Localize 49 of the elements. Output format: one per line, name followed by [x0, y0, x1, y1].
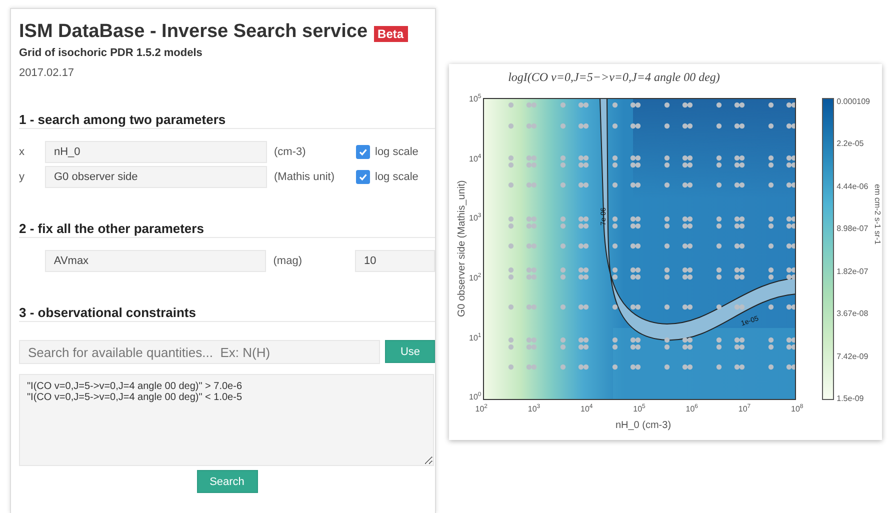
chart-title: logI(CO v=0,J=5−>v=0,J=4 angle 00 deg): [507, 70, 721, 85]
x-tick-label: 10$^{2}$: [475, 404, 488, 414]
colorbar-tick-label: 1.5e-09: [836, 394, 865, 403]
y-tick-label: 10$^{1}$: [469, 332, 482, 342]
axis-label: x: [19, 146, 26, 158]
section-heading: 3 - observational constraints: [19, 305, 435, 322]
colorbar-label: em cm-2 s-1 sr-1: [873, 184, 882, 246]
checkbox[interactable]: [356, 170, 370, 184]
y-tick-label: 10$^{4}$: [469, 154, 482, 164]
y-tick-label: 10$^{3}$: [469, 213, 482, 223]
colorbar-tick-label: 0.000109: [836, 97, 870, 106]
input-field[interactable]: 10: [355, 250, 435, 272]
page-title: ISM DataBase - Inverse Search service: [19, 21, 368, 43]
input-field[interactable]: G0 observer side: [45, 166, 267, 188]
input-field[interactable]: AVmax: [44, 250, 266, 272]
y-axis-label: G0 observer side (Mathis_unit): [456, 180, 468, 320]
checkbox-label: log scale: [375, 171, 418, 183]
unit-label: (Mathis unit): [273, 171, 336, 183]
x-tick-label: 10$^{4}$: [580, 404, 593, 414]
beta-badge: Beta: [374, 26, 408, 42]
input-field[interactable]: nH_0: [45, 141, 267, 163]
x-tick-label: 10$^{8}$: [791, 404, 804, 414]
x-tick-label: 10$^{7}$: [738, 404, 751, 414]
colorbar-tick-label: 3.67e-08: [836, 309, 870, 318]
x-axis-label: nH_0 (cm-3): [614, 420, 672, 431]
section-heading: 2 - fix all the other parameters: [19, 221, 435, 238]
x-tick-label: 10$^{5}$: [633, 404, 646, 414]
colorbar-tick-label: 2.2e-05: [836, 139, 865, 148]
unit-label: (mag): [272, 255, 303, 267]
x-tick-label: 10$^{3}$: [528, 404, 540, 414]
x-tick-label: 10$^{6}$: [686, 404, 698, 414]
constraints-textarea[interactable]: "I(CO v=0,J=5->v=0,J=4 angle 00 deg)" > 7.0e-6 "I(CO v=0,J=5->v=0,J=4 angle 00 deg)" < 1.0e-5: [19, 374, 434, 466]
checkbox-label: log scale: [375, 146, 418, 158]
axis-label: y: [19, 171, 26, 183]
colorbar-tick-label: 8.98e-07: [836, 224, 870, 234]
y-tick-label: 10$^{2}$: [469, 272, 482, 283]
colorbar-tick-label: 1.82e-07: [836, 266, 870, 276]
search-field[interactable]: Search for available quantities... Ex: N(H): [19, 340, 380, 364]
subtitle: Grid of isochoric PDR 1.5.2 models: [19, 47, 204, 59]
checkmark-icon: [357, 171, 369, 183]
unit-label: (cm-3): [273, 146, 307, 158]
date-text: 2017.02.17: [19, 67, 76, 79]
checkbox[interactable]: [356, 145, 370, 159]
checkmark-icon: [357, 146, 369, 158]
colorbar-tick-label: 4.44e-06: [836, 182, 870, 191]
colorbar-tick-label: 7.42e-09: [836, 352, 870, 361]
y-tick-label: 10$^{0}$: [469, 392, 482, 402]
section-heading: 1 - search among two parameters: [19, 112, 435, 129]
y-tick-label: 10$^{5}$: [469, 94, 482, 104]
